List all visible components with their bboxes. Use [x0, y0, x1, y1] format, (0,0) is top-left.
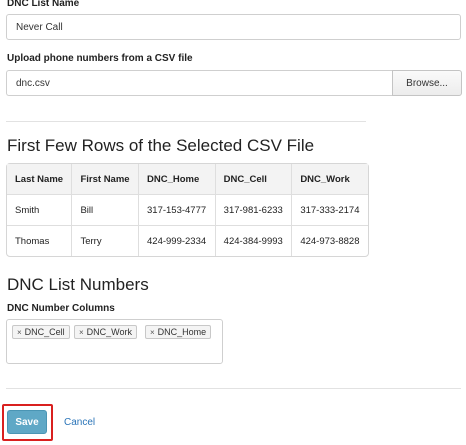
column-header: DNC_Home — [139, 164, 216, 195]
column-header: DNC_Cell — [215, 164, 293, 195]
dnc-numbers-heading: DNC List Numbers — [7, 275, 149, 294]
number-columns-select[interactable]: × DNC_Cell × DNC_Work × DNC_Home — [6, 319, 223, 364]
cancel-link[interactable]: Cancel — [64, 417, 95, 428]
tag-label: DNC_Work — [86, 327, 133, 337]
table-cell: Terry — [72, 226, 139, 256]
upload-label: Upload phone numbers from a CSV file — [7, 53, 193, 64]
remove-icon[interactable]: × — [150, 328, 155, 337]
csv-preview-heading: First Few Rows of the Selected CSV File — [7, 136, 315, 155]
tag-dnc-home[interactable]: × DNC_Home — [145, 325, 212, 339]
browse-button[interactable]: Browse... — [392, 70, 462, 96]
table-cell: 424-999-2334 — [139, 226, 216, 256]
section-divider — [6, 121, 366, 122]
tag-dnc-cell[interactable]: × DNC_Cell — [12, 325, 70, 339]
table-cell: 424-973-8828 — [300, 235, 360, 247]
csv-preview-table: Last Name First Name DNC_Home DNC_Cell D… — [6, 163, 369, 257]
column-header: DNC_Work — [292, 164, 368, 195]
table-cell: 317-981-6233 — [215, 195, 293, 226]
tag-label: DNC_Home — [157, 327, 207, 337]
file-name-field[interactable]: dnc.csv — [6, 70, 393, 96]
tag-label: DNC_Cell — [24, 327, 65, 337]
table-header-row: Last Name First Name DNC_Home DNC_Cell D… — [7, 164, 368, 195]
remove-icon[interactable]: × — [17, 328, 22, 337]
tag-dnc-work[interactable]: × DNC_Work — [74, 325, 138, 339]
table-cell: Bill — [72, 195, 139, 226]
list-name-label: DNC List Name — [7, 0, 80, 9]
footer-divider — [6, 388, 461, 389]
table-cell: 317-153-4777 — [139, 195, 216, 226]
column-header: Last Name — [7, 164, 73, 195]
save-button[interactable]: Save — [7, 410, 47, 434]
column-header: First Name — [72, 164, 139, 195]
table-cell: Smith — [7, 195, 73, 226]
table-cell: 317-333-2174 — [292, 195, 368, 226]
table-cell: 424-384-9993 — [216, 226, 293, 256]
table-row: Smith Bill 317-153-4777 317-981-6233 317… — [7, 195, 368, 226]
remove-icon[interactable]: × — [79, 328, 84, 337]
list-name-input[interactable]: Never Call — [6, 14, 461, 40]
number-columns-label: DNC Number Columns — [7, 303, 115, 314]
table-cell: Thomas — [7, 226, 73, 256]
table-row: Thomas Terry 424-999-2334 424-384-9993 4… — [7, 226, 368, 256]
